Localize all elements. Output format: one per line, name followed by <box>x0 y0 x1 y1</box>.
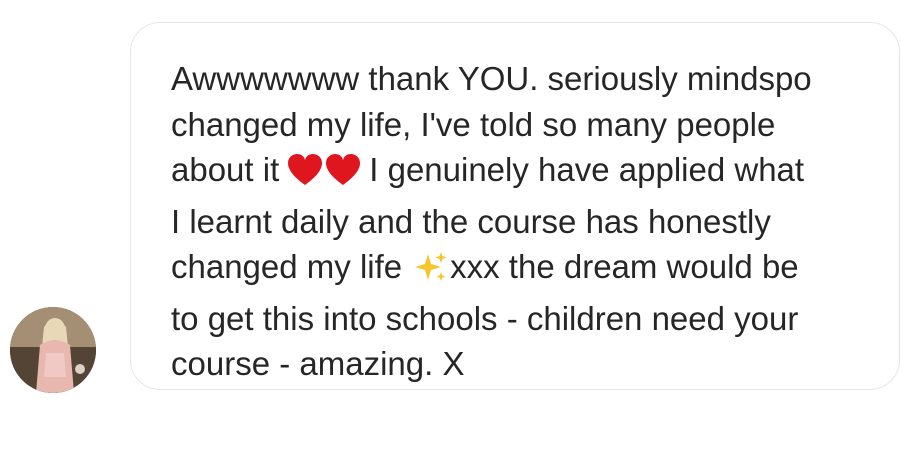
message-line-6: to get this into schools - children need… <box>171 299 799 337</box>
sparkles-emoji-icon <box>412 250 448 296</box>
message-line-2: changed my life, I've told so many peopl… <box>171 105 776 143</box>
message-line-5-end: xxx the dream would be <box>450 248 799 285</box>
message-line-1: Awwwwwww thank YOU. seriously mindspo <box>171 60 812 97</box>
message-line-3: about it I genuinely have applied what <box>171 147 871 199</box>
sender-avatar[interactable] <box>10 307 96 393</box>
message-line-7: course - amazing. X <box>171 345 465 382</box>
message-line-3-start: about it <box>171 151 280 188</box>
message-bubble[interactable]: Awwwwwww thank YOU. seriously mindspo ch… <box>130 22 900 390</box>
message-line-5-start: changed my life <box>171 248 403 285</box>
message-line-4: I learnt daily and the course has honest… <box>171 202 771 240</box>
message-line-5: changed my life xxx the dream would be <box>171 244 871 296</box>
red-heart-emoji-icon <box>287 153 363 199</box>
message-text: Awwwwwww thank YOU. seriously mindspo ch… <box>171 56 871 387</box>
profile-photo-avatar-icon <box>10 307 96 393</box>
message-line-3-end: I genuinely have applied what <box>369 151 805 188</box>
message-thread: Awwwwwww thank YOU. seriously mindspo ch… <box>0 0 916 462</box>
